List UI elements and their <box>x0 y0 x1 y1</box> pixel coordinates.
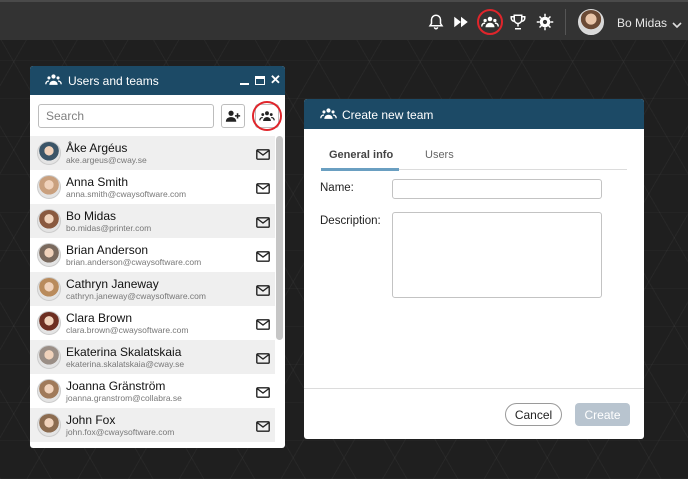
mail-icon[interactable] <box>256 215 270 233</box>
user-name: Anna Smith <box>66 175 129 189</box>
panel-title: Users and teams <box>68 74 159 88</box>
mail-icon[interactable] <box>256 181 270 199</box>
description-field[interactable] <box>392 212 602 298</box>
tab-general-info[interactable]: General info <box>329 149 393 161</box>
user-email: joanna.granstrom@collabra.se <box>66 393 182 403</box>
maximize-icon[interactable] <box>255 76 265 85</box>
create-team-dialog: Create new team General info Users Name:… <box>304 99 644 439</box>
user-name: Cathryn Janeway <box>66 277 159 291</box>
user-name: Bo Midas <box>66 209 117 223</box>
user-email: brian.anderson@cwaysoftware.com <box>66 257 202 267</box>
user-email: anna.smith@cwaysoftware.com <box>66 189 187 199</box>
avatar <box>37 277 61 301</box>
user-name: Ekaterina Skalatskaia <box>66 345 182 359</box>
user-email: bo.midas@printer.com <box>66 223 152 233</box>
users-and-teams-panel: Users and teams ✕ Åke Argéusake.argeus@c… <box>30 66 285 448</box>
mail-icon[interactable] <box>256 147 270 165</box>
user-name: Åke Argéus <box>66 141 128 155</box>
bell-icon[interactable] <box>425 11 447 33</box>
scrollbar[interactable] <box>276 136 283 340</box>
topbar-divider <box>565 9 566 35</box>
name-field[interactable] <box>392 179 602 199</box>
avatar <box>37 209 61 233</box>
list-item[interactable]: Åke Argéus ake.argeus@cway.se <box>30 136 275 170</box>
users-teams-highlight <box>477 9 503 35</box>
avatar <box>37 311 61 335</box>
user-email: john.fox@cwaysoftware.com <box>66 427 175 437</box>
add-user-button[interactable] <box>221 104 245 128</box>
create-team-highlight <box>252 101 282 131</box>
avatar <box>37 175 61 199</box>
user-avatar[interactable] <box>578 9 604 35</box>
mail-icon[interactable] <box>256 249 270 267</box>
list-item[interactable]: Clara Brown clara.brown@cwaysoftware.com <box>30 306 275 340</box>
mail-icon[interactable] <box>256 283 270 301</box>
gear-icon[interactable] <box>534 11 556 33</box>
user-name: John Fox <box>66 413 116 427</box>
close-icon[interactable]: ✕ <box>270 72 281 88</box>
tab-users[interactable]: Users <box>425 149 454 161</box>
name-label: Name: <box>320 182 354 194</box>
create-button[interactable]: Create <box>575 403 630 426</box>
mail-icon[interactable] <box>256 419 270 437</box>
user-list: Åke Argéus ake.argeus@cway.se Anna Smith an… <box>30 136 275 448</box>
dialog-title: Create new team <box>342 108 434 122</box>
mail-icon[interactable] <box>256 351 270 369</box>
avatar <box>37 141 61 165</box>
list-item[interactable]: Cathryn Janeway cathryn.janeway@cwaysoftw… <box>30 272 275 306</box>
list-item[interactable]: Brian Anderson brian.anderson@cwaysoftwar… <box>30 238 275 272</box>
active-tab-indicator <box>321 168 399 171</box>
description-label: Description: <box>320 215 381 227</box>
list-item[interactable]: Anna Smith anna.smith@cwaysoftware.com <box>30 170 275 204</box>
avatar <box>37 413 61 437</box>
cancel-button[interactable]: Cancel <box>505 403 562 426</box>
user-email: cathryn.janeway@cwaysoftware.com <box>66 291 206 301</box>
fast-forward-icon[interactable] <box>450 11 472 33</box>
list-item[interactable]: Bo Midas bo.midas@printer.com <box>30 204 275 238</box>
users-teams-icon <box>45 73 62 92</box>
avatar <box>37 379 61 403</box>
user-name: Brian Anderson <box>66 243 149 257</box>
trophy-icon[interactable] <box>507 11 529 33</box>
chevron-down-icon[interactable] <box>672 16 682 34</box>
avatar <box>37 243 61 267</box>
minimize-icon[interactable] <box>240 83 249 85</box>
user-email: ake.argeus@cway.se <box>66 155 147 165</box>
panel-header: Users and teams ✕ <box>30 66 285 95</box>
user-name: Clara Brown <box>66 311 133 325</box>
search-input[interactable] <box>38 104 214 128</box>
top-bar: Bo Midas <box>0 0 688 40</box>
list-item[interactable]: Ekaterina Skalatskaia ekaterina.skalatska… <box>30 340 275 374</box>
dialog-header: Create new team <box>304 99 644 129</box>
user-name: Joanna Gränström <box>66 379 166 393</box>
user-email: clara.brown@cwaysoftware.com <box>66 325 189 335</box>
users-teams-icon <box>320 107 337 126</box>
user-email: ekaterina.skalatskaia@cway.se <box>66 359 185 369</box>
list-item[interactable]: John Fox john.fox@cwaysoftware.com <box>30 408 275 442</box>
list-item[interactable]: Joanna Gränström joanna.granstrom@collabr… <box>30 374 275 408</box>
add-user-icon <box>225 110 241 122</box>
footer-divider <box>304 388 644 389</box>
mail-icon[interactable] <box>256 385 270 403</box>
user-name[interactable]: Bo Midas <box>617 16 667 30</box>
avatar <box>37 345 61 369</box>
mail-icon[interactable] <box>256 317 270 335</box>
